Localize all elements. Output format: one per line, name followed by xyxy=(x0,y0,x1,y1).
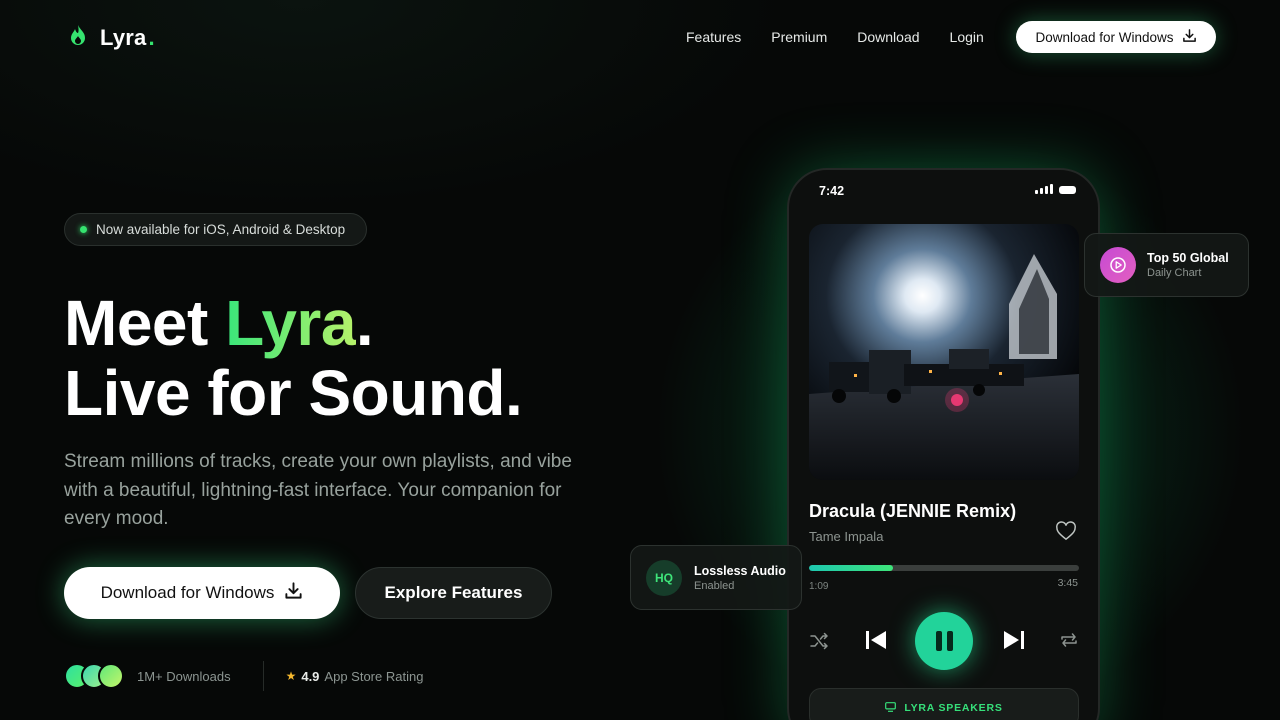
headline-line-2: Live for Sound. xyxy=(64,357,523,429)
badge-text: Now available for iOS, Android & Desktop xyxy=(96,222,346,237)
nav-link-premium[interactable]: Premium xyxy=(771,29,827,45)
hq-badge: HQ xyxy=(646,559,682,596)
availability-badge: Now available for iOS, Android & Desktop xyxy=(64,213,367,246)
headline-suffix: . xyxy=(355,287,374,359)
track-artist: Tame Impala xyxy=(809,529,884,544)
status-dot xyxy=(80,226,87,233)
top50-title: Top 50 Global xyxy=(1147,251,1229,265)
headline-accent: Lyra xyxy=(225,287,356,359)
hero-stats: 1M+ Downloads ★ 4.9 App Store Rating xyxy=(64,661,423,691)
battery-icon xyxy=(1059,186,1076,194)
skip-previous-icon[interactable] xyxy=(863,628,889,652)
avatar xyxy=(98,663,124,689)
skip-next-icon[interactable] xyxy=(1001,628,1027,652)
speakers-label: LYRA SPEAKERS xyxy=(904,702,1003,714)
phone-mockup: 7:42 Dracula (JENNIE Remix) Tame Impala … xyxy=(787,168,1100,720)
status-time: 7:42 xyxy=(819,184,845,198)
rating-value: 4.9 xyxy=(301,668,320,684)
hero-headline: Meet Lyra. Live for Sound. xyxy=(64,288,523,429)
top50-subtitle: Daily Chart xyxy=(1147,267,1202,279)
speakers-button[interactable]: LYRA SPEAKERS xyxy=(809,688,1079,720)
download-icon xyxy=(284,581,303,605)
hq-title: Lossless Audio xyxy=(694,563,786,578)
hq-subtitle: Enabled xyxy=(694,579,735,592)
avatar-group xyxy=(64,663,124,689)
signal-icon xyxy=(1035,184,1053,194)
explore-features-button[interactable]: Explore Features xyxy=(355,567,552,619)
cast-icon xyxy=(885,701,897,715)
hero-subtext: Stream millions of tracks, create your o… xyxy=(64,451,572,529)
download-icon xyxy=(1182,28,1197,46)
elapsed-time: 1:09 xyxy=(809,581,829,592)
top50-text: Top 50 Global Daily Chart xyxy=(1147,251,1229,279)
nav-links: Features Premium Download Login xyxy=(686,29,1014,45)
total-time: 3:45 xyxy=(1057,577,1078,589)
nav-download-label: Download for Windows xyxy=(1035,29,1174,45)
pause-icon xyxy=(946,631,953,651)
nav-link-login[interactable]: Login xyxy=(950,29,984,45)
progress-fill xyxy=(809,565,893,571)
shuffle-icon[interactable] xyxy=(809,632,829,650)
nav-download-button[interactable]: Download for Windows xyxy=(1016,21,1216,53)
pause-button[interactable] xyxy=(915,612,973,670)
status-icons xyxy=(1035,184,1076,194)
top50-card[interactable]: Top 50 Global Daily Chart xyxy=(1084,233,1249,297)
nav-link-features[interactable]: Features xyxy=(686,29,741,45)
track-title: Dracula (JENNIE Remix) xyxy=(809,501,1017,521)
download-windows-button[interactable]: Download for Windows xyxy=(64,567,340,619)
logo[interactable]: Lyra . xyxy=(68,24,155,51)
stats-divider xyxy=(262,661,264,691)
rating-label: App Store Rating xyxy=(324,668,424,684)
nav-link-download[interactable]: Download xyxy=(857,29,919,45)
hq-text: Lossless Audio Enabled xyxy=(694,564,786,592)
flame-icon xyxy=(68,24,88,51)
logo-text: Lyra xyxy=(100,24,147,50)
headline-prefix: Meet xyxy=(64,287,226,359)
headline-line-1: Meet Lyra. xyxy=(64,288,522,358)
pause-icon xyxy=(935,631,942,651)
top-nav: Lyra . Features Premium Download Login D… xyxy=(0,0,1280,76)
progress-bar[interactable] xyxy=(809,565,1079,571)
repeat-icon[interactable] xyxy=(1059,631,1079,649)
play-circle-icon xyxy=(1100,247,1136,283)
lossless-audio-card: HQ Lossless Audio Enabled xyxy=(630,545,802,610)
download-windows-label: Download for Windows xyxy=(100,583,275,602)
album-art xyxy=(809,224,1079,480)
logo-dot: . xyxy=(148,24,155,50)
downloads-count: 1M+ Downloads xyxy=(137,668,231,684)
heart-icon[interactable] xyxy=(1055,521,1077,541)
star-icon: ★ xyxy=(285,669,297,683)
